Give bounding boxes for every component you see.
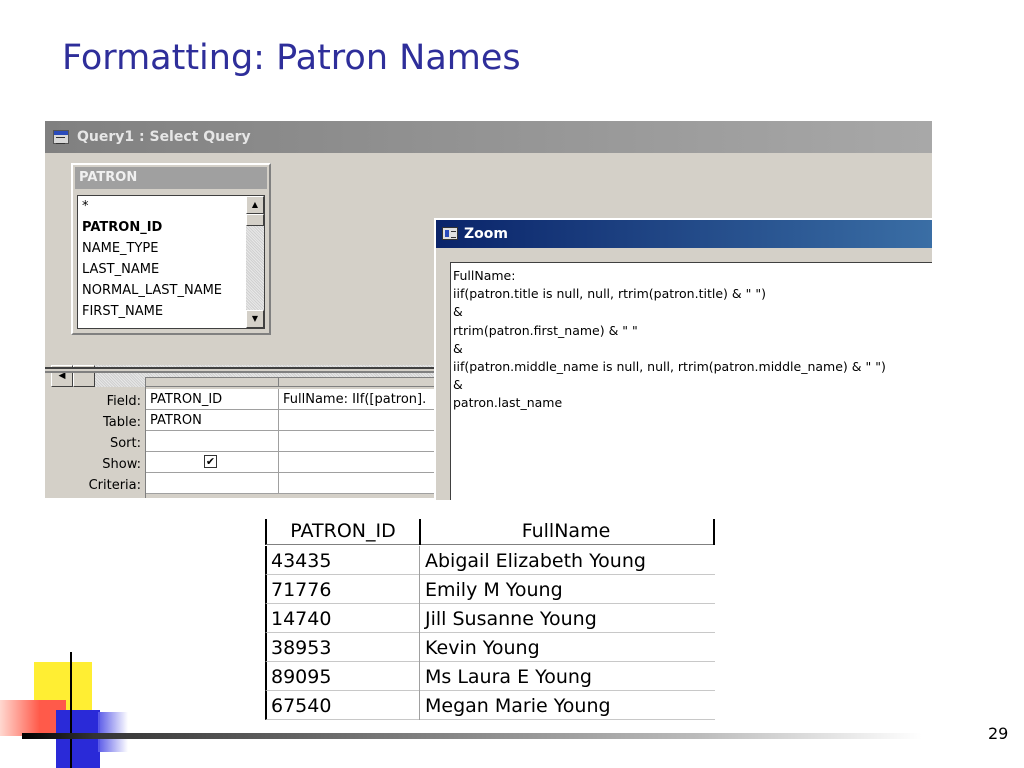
column-header-patron-id[interactable]: PATRON_ID xyxy=(267,519,419,545)
column-selector[interactable] xyxy=(146,377,279,387)
patron-id-cell: 38953 xyxy=(271,637,332,659)
column-selector[interactable] xyxy=(279,377,449,387)
patron-id-cell: 43435 xyxy=(271,550,332,572)
expression-line: iif(patron.title is null, null, rtrim(pa… xyxy=(453,286,766,302)
field-list-title[interactable]: PATRON xyxy=(75,167,267,189)
slide-title: Formatting: Patron Names xyxy=(62,38,521,78)
fullname-cell: Jill Susanne Young xyxy=(425,608,597,630)
row-label-show: Show: xyxy=(102,457,141,472)
patron-id-cell: 14740 xyxy=(271,608,332,630)
expression-line: patron.last_name xyxy=(453,395,563,411)
query-window-titlebar[interactable]: Query1 : Select Query xyxy=(45,121,932,153)
deco-vertical-line xyxy=(70,652,72,768)
field-list-item[interactable]: * xyxy=(78,196,264,217)
show-checkbox[interactable]: ✔ xyxy=(204,455,217,468)
deco-blue-fade xyxy=(98,712,128,752)
patron-id-cell: 67540 xyxy=(271,695,332,717)
table-row[interactable]: 38953 Kevin Young xyxy=(265,633,715,662)
field-list-scrollbar[interactable]: ▲ ▼ xyxy=(246,196,264,328)
table-row[interactable]: 14740 Jill Susanne Young xyxy=(265,604,715,633)
column-header-fullname[interactable]: FullName xyxy=(421,519,711,545)
column-divider xyxy=(419,575,420,604)
column-divider xyxy=(419,604,420,633)
zoom-dialog: Zoom FullName: iif(patron.title is null,… xyxy=(434,218,932,500)
deco-horizontal-line xyxy=(22,733,922,739)
table-row[interactable]: 67540 Megan Marie Young xyxy=(265,691,715,720)
field-cell[interactable]: PATRON_ID xyxy=(146,389,279,410)
field-list-body: * PATRON_ID NAME_TYPE LAST_NAME NORMAL_L… xyxy=(77,195,265,329)
field-list-item[interactable]: NAME_TYPE xyxy=(78,238,264,259)
row-label-field: Field: xyxy=(106,394,141,409)
zoom-expression-textbox[interactable]: FullName: iif(patron.title is null, null… xyxy=(450,262,932,500)
expression-line: & xyxy=(453,340,463,356)
patron-field-list[interactable]: PATRON * PATRON_ID NAME_TYPE LAST_NAME N… xyxy=(71,163,271,335)
patron-id-cell: 89095 xyxy=(271,666,332,688)
row-label-sort: Sort: xyxy=(109,436,141,451)
show-cell: ✔ xyxy=(146,452,279,473)
criteria-cell[interactable] xyxy=(146,473,279,494)
expression-line: FullName: xyxy=(453,268,516,283)
scroll-thumb[interactable] xyxy=(246,214,264,226)
column-divider xyxy=(419,662,420,691)
page-number: 29 xyxy=(988,724,1009,743)
fullname-cell: Kevin Young xyxy=(425,637,540,659)
design-grid-columns: PATRON_ID FullName: IIf([patron]. PATRON… xyxy=(145,377,449,498)
zoom-dialog-title: Zoom xyxy=(464,226,508,242)
fullname-cell: Emily M Young xyxy=(425,579,563,601)
fullname-cell: Megan Marie Young xyxy=(425,695,611,717)
column-divider xyxy=(419,691,420,720)
field-list-item[interactable]: LAST_NAME xyxy=(78,259,264,280)
query-window-title: Query1 : Select Query xyxy=(77,129,251,145)
table-row[interactable]: 71776 Emily M Young xyxy=(265,575,715,604)
column-divider xyxy=(419,546,420,575)
expression-line: & xyxy=(453,377,463,393)
table-row[interactable]: 89095 Ms Laura E Young xyxy=(265,662,715,691)
table-cell[interactable] xyxy=(279,410,449,431)
column-divider xyxy=(419,633,420,662)
show-cell[interactable] xyxy=(279,452,449,473)
criteria-cell[interactable] xyxy=(279,473,449,494)
table-cell[interactable]: PATRON xyxy=(146,410,279,431)
query-window-icon xyxy=(53,130,69,144)
expression-line: iif(patron.middle_name is null, null, rt… xyxy=(453,358,886,374)
field-list-item[interactable]: PATRON_ID xyxy=(78,217,264,238)
scroll-down-icon[interactable]: ▼ xyxy=(246,310,264,328)
zoom-window-icon xyxy=(442,227,458,240)
patron-id-cell: 71776 xyxy=(271,579,332,601)
scroll-up-icon[interactable]: ▲ xyxy=(246,196,264,214)
expression-line: rtrim(patron.first_name) & " " xyxy=(453,322,638,338)
sort-cell[interactable] xyxy=(279,431,449,452)
results-datasheet: PATRON_ID FullName 43435 Abigail Elizabe… xyxy=(265,519,715,720)
deco-blue-square xyxy=(56,710,100,768)
row-label-criteria: Criteria: xyxy=(88,478,141,493)
expression-line: & xyxy=(453,304,463,320)
column-divider xyxy=(713,519,715,545)
zoom-dialog-titlebar[interactable]: Zoom xyxy=(436,220,932,248)
field-list-item[interactable]: NORMAL_LAST_NAME xyxy=(78,280,264,301)
fullname-cell: Ms Laura E Young xyxy=(425,666,592,688)
fullname-cell: Abigail Elizabeth Young xyxy=(425,550,646,572)
field-list-item[interactable]: FIRST_NAME xyxy=(78,301,264,322)
sort-cell[interactable] xyxy=(146,431,279,452)
row-label-table: Table: xyxy=(103,415,141,430)
table-row[interactable]: 43435 Abigail Elizabeth Young xyxy=(265,546,715,575)
results-header-row: PATRON_ID FullName xyxy=(265,519,715,545)
field-cell[interactable]: FullName: IIf([patron]. xyxy=(279,389,449,410)
